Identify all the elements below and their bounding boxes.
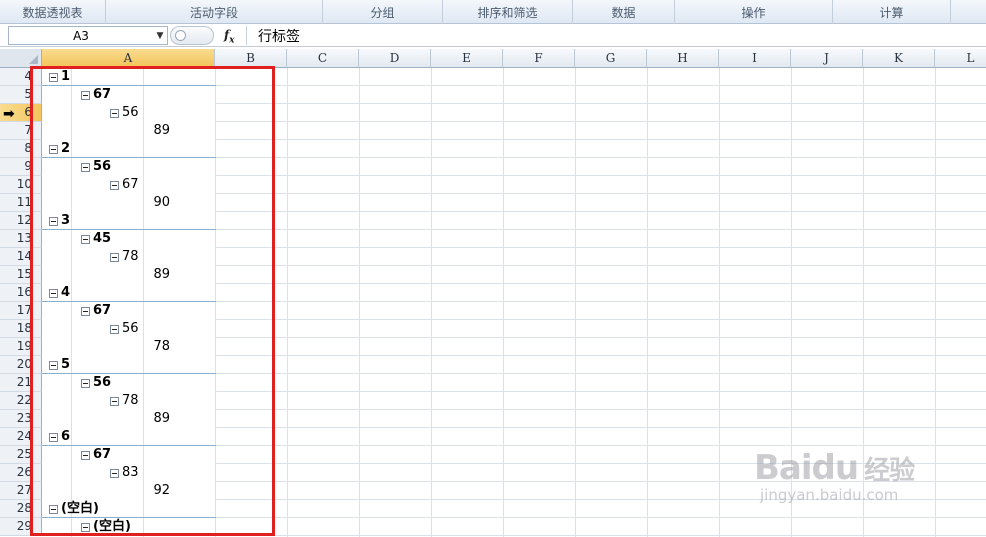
grid-row-line [216,103,986,104]
select-all-triangle-icon [29,55,38,64]
insert-function-icon[interactable]: fx [224,28,235,45]
ribbon-group-actions[interactable]: 操作 [675,0,833,24]
highlight-box [30,66,275,536]
grid-row-line [216,391,986,392]
right-arrow-icon: ➡ [3,106,15,122]
column-header-i[interactable]: I [719,49,791,68]
ribbon-group-label: 数据 [611,5,636,20]
ribbon-group-label: 数据透视表 [22,5,83,20]
grid-row-line [216,427,986,428]
column-header-e[interactable]: E [431,49,503,68]
grid-row-line [216,409,986,410]
formula-input[interactable]: 行标签 [246,26,986,45]
chevron-down-icon[interactable]: ▼ [153,31,167,41]
ribbon-group-label: 分组 [370,5,395,20]
formula-bar: A3 ▼ fx 行标签 [0,24,986,47]
grid-row-line [216,193,986,194]
grid-row-line [216,247,986,248]
name-box-value: A3 [73,28,89,43]
circle-icon [175,30,186,41]
grid-row-line [216,301,986,302]
grid-row-line [216,535,986,536]
grid-row-line [216,229,986,230]
grid-row-line [216,157,986,158]
baidu-jingyan-watermark: Baidu 经验 jingyan.baidu.com [754,448,934,518]
watermark-url: jingyan.baidu.com [760,486,899,504]
ribbon-group-strip: 数据透视表 活动字段 分组 排序和筛选 数据 操作 计算 [0,0,986,24]
ribbon-group-calculations[interactable]: 计算 [833,0,951,24]
grid-row-line [216,355,986,356]
ribbon-group-data[interactable]: 数据 [573,0,675,24]
grid-row-line [216,85,986,86]
column-header-h[interactable]: H [647,49,719,68]
ribbon-group-active-field[interactable]: 活动字段 [106,0,323,24]
ribbon-group-sort-filter[interactable]: 排序和筛选 [443,0,573,24]
ribbon-group-label: 活动字段 [189,5,238,20]
ribbon-group-pivottable[interactable]: 数据透视表 [0,0,106,24]
grid-row-line [216,175,986,176]
ribbon-group-label: 排序和筛选 [477,5,538,20]
grid-row-line [216,319,986,320]
column-header-d[interactable]: D [359,49,431,68]
grid-row-line [216,211,986,212]
name-box[interactable]: A3 ▼ [8,26,168,45]
column-header-j[interactable]: J [791,49,863,68]
grid-row-line [216,283,986,284]
formula-bar-resize-handle[interactable] [170,26,214,45]
grid-row-line [216,265,986,266]
watermark-brand: Baidu [754,448,859,488]
grid-row-line [216,337,986,338]
grid-row-line [216,121,986,122]
column-header-f[interactable]: F [503,49,575,68]
ribbon-group-group[interactable]: 分组 [323,0,443,24]
grid-row-line [216,139,986,140]
ribbon-group-label: 操作 [741,5,766,20]
ribbon-group-label: 计算 [879,5,904,20]
column-header-k[interactable]: K [863,49,935,68]
watermark-cn: 经验 [864,455,915,486]
column-header-c[interactable]: C [287,49,359,68]
column-header-l[interactable]: L [935,49,986,68]
grid-row-line [216,445,986,446]
column-header-g[interactable]: G [575,49,647,68]
grid-row-line [216,373,986,374]
